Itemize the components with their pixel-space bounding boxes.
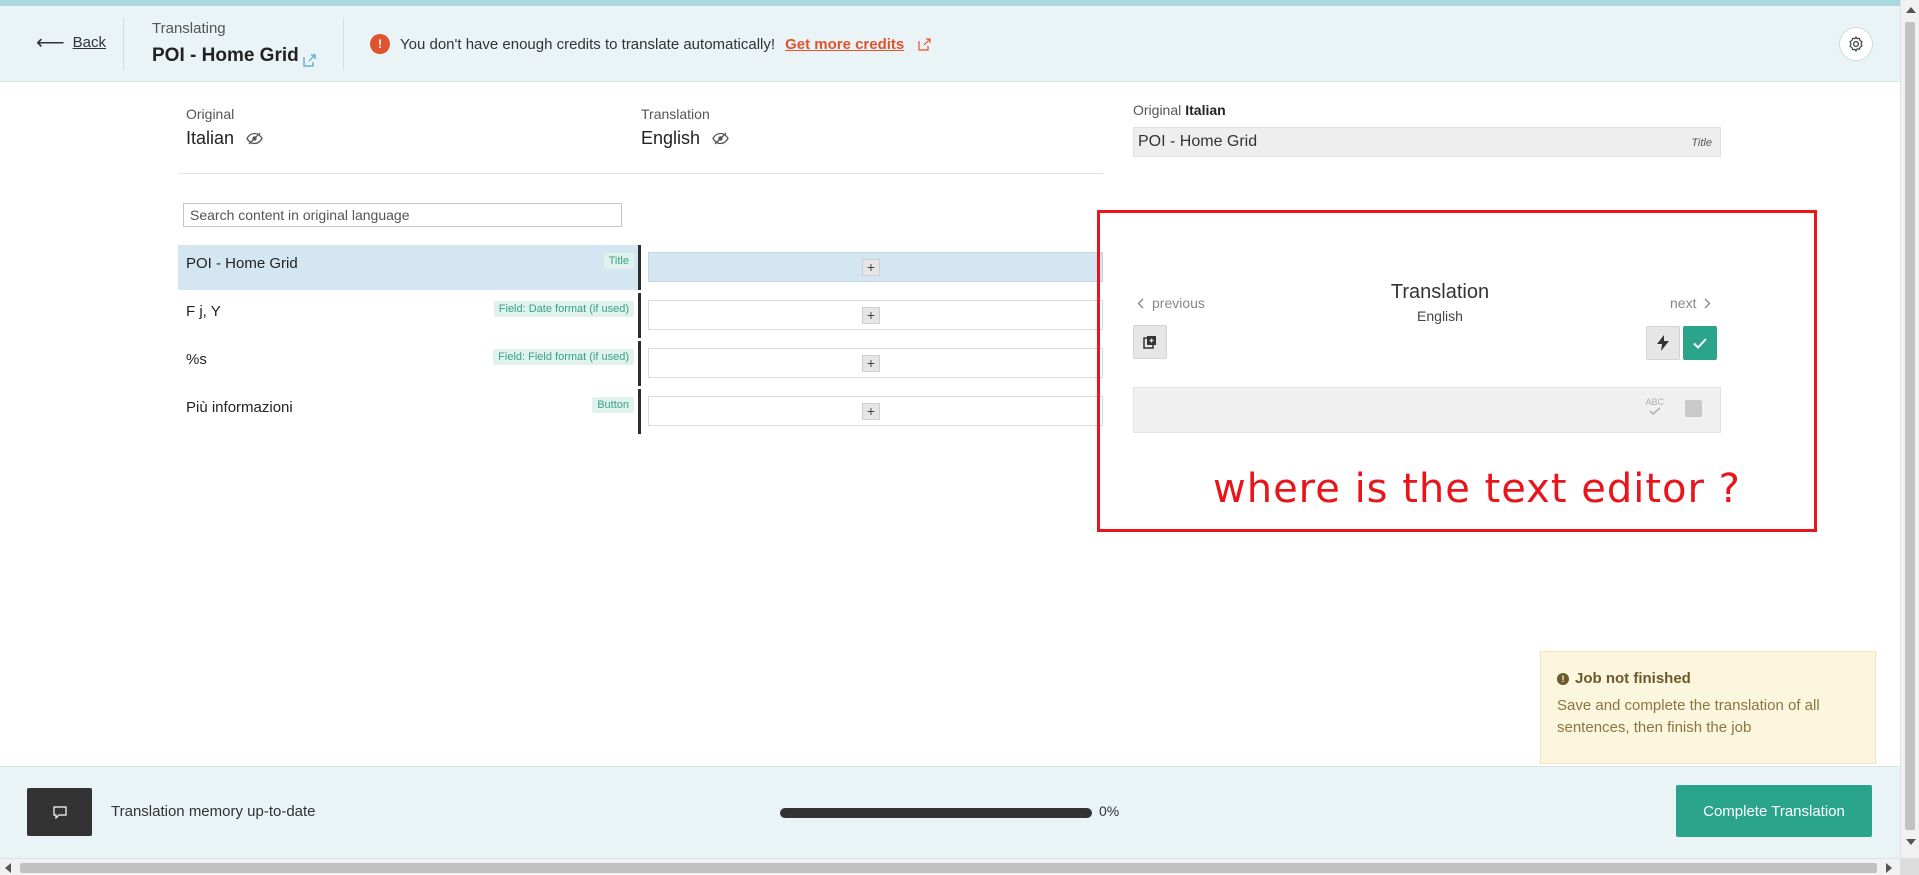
get-more-credits-link[interactable]: Get more credits xyxy=(785,36,904,53)
chevron-right-icon xyxy=(1704,298,1711,308)
job-title-block: Translating POI - Home Grid xyxy=(152,20,316,67)
scroll-right-arrow[interactable] xyxy=(1886,863,1892,873)
chevron-left-icon xyxy=(1137,298,1144,308)
scroll-up-arrow[interactable] xyxy=(1906,7,1916,13)
annotation-text: where is the text editor ? xyxy=(1213,466,1741,512)
translation-language-header: Translation English xyxy=(641,106,729,149)
lightning-icon xyxy=(1657,335,1669,351)
source-text: POI - Home Grid xyxy=(186,255,298,272)
translation-title: Translation xyxy=(1390,281,1490,303)
spellcheck-icon[interactable]: ABC xyxy=(1645,397,1664,417)
eye-slash-icon[interactable] xyxy=(246,132,263,145)
translation-cell[interactable]: + xyxy=(648,252,1103,282)
original-language-name: Italian xyxy=(186,128,235,148)
original-text-box: POI - Home Grid Title xyxy=(1133,127,1721,157)
field-tag: Field: Field format (if used) xyxy=(493,349,634,365)
translation-language: English xyxy=(1417,308,1463,324)
copy-icon xyxy=(1143,336,1156,349)
translation-label: Translation xyxy=(641,106,710,122)
column-divider xyxy=(638,389,641,434)
job-status-notice: ! Job not finished Save and complete the… xyxy=(1540,651,1876,764)
back-label: Back xyxy=(72,34,107,51)
original-text: POI - Home Grid xyxy=(1138,133,1258,150)
add-translation-button[interactable]: + xyxy=(862,403,880,420)
original-label: Original xyxy=(186,106,235,122)
settings-button[interactable] xyxy=(1839,27,1873,61)
original-language-header: Original Italian xyxy=(186,106,263,149)
scrollbar-corner xyxy=(1900,858,1919,875)
back-link[interactable]: ⟵ Back xyxy=(36,31,107,54)
scroll-left-arrow[interactable] xyxy=(5,863,11,873)
job-title: POI - Home Grid xyxy=(152,45,299,66)
job-status-description: Save and complete the translation of all… xyxy=(1557,697,1820,736)
previous-button[interactable]: previous xyxy=(1137,295,1205,311)
column-divider xyxy=(638,293,641,338)
arrow-left-icon: ⟵ xyxy=(36,31,65,54)
job-status-title: Job not finished xyxy=(1575,670,1691,687)
column-divider xyxy=(638,245,641,290)
header-divider xyxy=(343,18,344,70)
next-label: next xyxy=(1670,295,1697,311)
progress-label: 0% xyxy=(1099,803,1120,819)
footer: Translation memory up-to-date 0% Complet… xyxy=(0,766,1900,858)
alert-text: You don't have enough credits to transla… xyxy=(400,35,776,53)
glossary-icon[interactable] xyxy=(1685,400,1702,417)
copy-source-button[interactable] xyxy=(1133,325,1167,359)
gear-icon xyxy=(1849,36,1863,52)
warning-icon: ! xyxy=(370,34,390,54)
table-row[interactable]: POI - Home Grid Title + xyxy=(178,245,1103,290)
progress-bar xyxy=(780,808,1092,818)
complete-translation-button[interactable]: Complete Translation xyxy=(1676,785,1872,837)
check-icon xyxy=(1693,337,1707,349)
credits-alert: ! You don't have enough credits to trans… xyxy=(370,34,931,54)
translation-editor[interactable]: ABC xyxy=(1133,387,1721,433)
original-language: Italian xyxy=(1185,102,1226,118)
translation-memory-status: Translation memory up-to-date xyxy=(111,803,316,820)
divider xyxy=(178,173,1103,174)
add-translation-button[interactable]: + xyxy=(862,259,880,276)
field-tag: Button xyxy=(592,397,634,413)
header: ⟵ Back Translating POI - Home Grid ! You… xyxy=(0,6,1900,82)
translation-cell[interactable]: + xyxy=(648,348,1103,378)
detail-original-label: Original Italian xyxy=(1133,102,1226,118)
vertical-scrollbar[interactable] xyxy=(1900,0,1919,858)
translation-language-name: English xyxy=(641,128,701,148)
spellcheck-label: ABC xyxy=(1645,397,1664,407)
auto-translate-button[interactable] xyxy=(1646,326,1680,360)
source-text: Più informazioni xyxy=(186,399,293,416)
header-divider xyxy=(123,18,124,70)
table-row[interactable]: %s Field: Field format (if used) + xyxy=(178,341,1103,386)
translating-label: Translating xyxy=(152,20,226,37)
add-translation-button[interactable]: + xyxy=(862,355,880,372)
original-caption: Original xyxy=(1133,102,1182,118)
field-tag: Field: Date format (if used) xyxy=(493,301,634,317)
table-row[interactable]: F j, Y Field: Date format (if used) + xyxy=(178,293,1103,338)
scroll-down-arrow[interactable] xyxy=(1906,839,1916,845)
previous-label: previous xyxy=(1152,295,1205,311)
external-link-icon[interactable] xyxy=(303,54,316,67)
source-text: %s xyxy=(186,351,207,368)
column-divider xyxy=(638,341,641,386)
scroll-thumb[interactable] xyxy=(20,863,1877,873)
source-text: F j, Y xyxy=(186,303,221,320)
translation-cell[interactable]: + xyxy=(648,396,1103,426)
next-button[interactable]: next xyxy=(1670,295,1711,311)
chat-icon xyxy=(52,805,67,819)
search-input[interactable] xyxy=(183,203,622,227)
table-row[interactable]: Più informazioni Button + xyxy=(178,389,1103,434)
comments-button[interactable] xyxy=(27,788,92,836)
horizontal-scrollbar[interactable] xyxy=(0,858,1900,875)
original-tag: Title xyxy=(1691,137,1712,149)
scroll-thumb[interactable] xyxy=(1905,22,1915,830)
info-icon: ! xyxy=(1557,672,1569,685)
translation-cell[interactable]: + xyxy=(648,300,1103,330)
external-link-icon[interactable] xyxy=(918,37,931,51)
add-translation-button[interactable]: + xyxy=(862,307,880,324)
eye-slash-icon[interactable] xyxy=(712,132,729,145)
field-tag: Title xyxy=(603,253,634,269)
save-translation-button[interactable] xyxy=(1683,326,1717,360)
